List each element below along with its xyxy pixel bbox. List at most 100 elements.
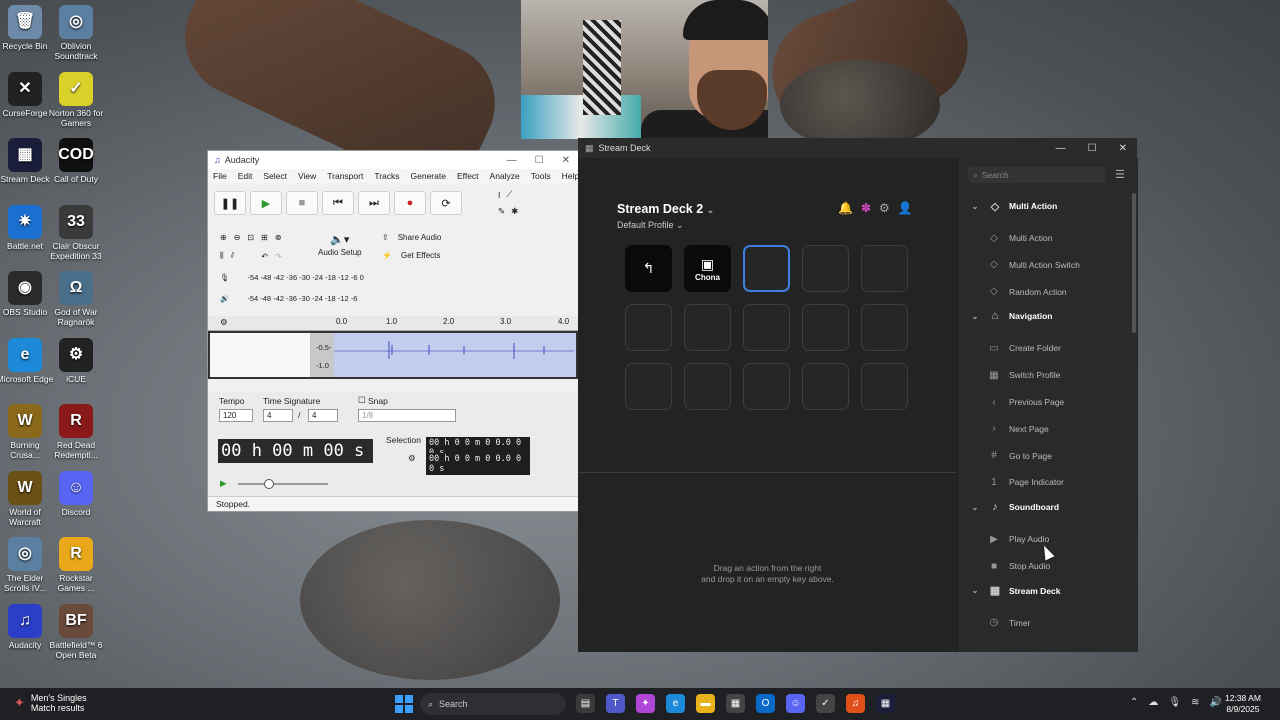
selection-end-field[interactable]: 00 h 0 0 m 0 0.0 0 0 s xyxy=(426,453,530,475)
profile-selector[interactable]: Default Profile ⌄ xyxy=(617,220,684,231)
minimize-icon[interactable]: — xyxy=(1056,143,1066,154)
deck-key[interactable] xyxy=(743,363,790,410)
draw-tool-icon[interactable]: ✎ xyxy=(498,206,505,217)
time-display[interactable]: 00 h 00 m 00 s xyxy=(218,439,373,463)
action-item[interactable]: ▭ Create Folder xyxy=(958,335,1128,361)
desktop-icon[interactable]: R Red Dead Redempti... xyxy=(47,404,105,460)
desktop-icon[interactable]: ☺ Discord xyxy=(47,470,105,517)
gear-icon[interactable]: ⚙ xyxy=(879,201,890,215)
envelope-tool-icon[interactable]: ⟋ xyxy=(506,189,512,200)
record-meter[interactable]: 🎙 -54 -48 -42 -36 -30 -24 -18 -12 -6 0 xyxy=(220,273,364,282)
audacity-titlebar[interactable]: ♫ Audacity — ☐ ✕ xyxy=(208,151,578,169)
action-item[interactable]: ▦ Switch Profile xyxy=(958,362,1128,388)
maximize-icon[interactable]: ☐ xyxy=(535,155,544,166)
action-item[interactable]: 1 Page Indicator xyxy=(958,469,1128,495)
deck-key[interactable]: ▣ Chona xyxy=(684,245,731,292)
timeline-ruler[interactable]: ⚙ 0.0 1.0 2.0 3.0 4.0 xyxy=(208,316,578,331)
desktop-icon[interactable]: ✷ Battle.net xyxy=(0,204,54,251)
chevron-up-icon[interactable]: ⌃ xyxy=(1130,697,1138,708)
minimize-icon[interactable]: — xyxy=(507,155,517,166)
fit-project-icon[interactable]: ⊞ xyxy=(261,233,268,242)
audio-track[interactable]: -0.5- -1.0 xyxy=(208,331,578,379)
tempo-field[interactable]: 120 xyxy=(219,409,253,422)
desktop-icon[interactable]: ♫ Audacity xyxy=(0,603,54,650)
deck-key[interactable] xyxy=(861,304,908,351)
desktop-icon[interactable]: Ω God of War Ragnarök xyxy=(47,271,105,327)
menu-item[interactable]: View xyxy=(298,171,316,181)
deck-key[interactable] xyxy=(861,245,908,292)
multi-tool-icon[interactable]: ✱ xyxy=(511,206,518,217)
stop-button[interactable]: ■ xyxy=(286,191,318,215)
deck-key[interactable] xyxy=(625,304,672,351)
play-speed-slider[interactable] xyxy=(238,479,328,489)
share-audio-button[interactable]: ⇪ Share Audio xyxy=(382,233,441,242)
marketplace-icon[interactable]: ✽ xyxy=(861,201,871,215)
get-effects-button[interactable]: ⚡ Get Effects xyxy=(382,251,440,260)
slider-thumb[interactable] xyxy=(264,479,274,489)
action-item[interactable]: ◇ Multi Action Switch xyxy=(958,252,1128,278)
timeline-settings-icon[interactable]: ⚙ xyxy=(220,317,228,328)
action-item[interactable]: ◇ Random Action xyxy=(958,279,1128,305)
taskbar-app-icon[interactable]: ▦ xyxy=(876,694,895,713)
widgets-button[interactable]: ✦ Men's Singles Match results xyxy=(14,693,87,713)
deck-key[interactable] xyxy=(743,304,790,351)
taskbar-app-icon[interactable]: ✦ xyxy=(636,694,655,713)
taskbar-search[interactable]: ⌕ Search xyxy=(420,693,566,715)
list-view-icon[interactable]: ☰ xyxy=(1115,168,1125,181)
desktop-icon[interactable]: ◎ Oblivion Soundtrack xyxy=(47,5,105,61)
volume-icon[interactable]: 🔊 xyxy=(1209,697,1221,708)
taskbar-app-icon[interactable]: e xyxy=(666,694,685,713)
taskbar-app-icon[interactable]: ▦ xyxy=(726,694,745,713)
menu-item[interactable]: Edit xyxy=(238,171,253,181)
account-icon[interactable]: 👤 xyxy=(898,201,913,215)
menu-item[interactable]: Analyze xyxy=(490,171,520,181)
close-icon[interactable]: ✕ xyxy=(562,155,570,166)
desktop-icon[interactable]: ◉ OBS Studio xyxy=(0,271,54,317)
actions-scrollbar[interactable] xyxy=(1132,193,1136,333)
pause-button[interactable]: ❚❚ xyxy=(214,191,246,215)
device-selector[interactable]: Stream Deck 2 ⌄ xyxy=(617,202,714,216)
skip-start-button[interactable]: ⏮ xyxy=(322,191,354,215)
silence-icon[interactable]: ⫽ xyxy=(231,251,235,261)
action-category[interactable]: ⌄ ♪ Soundboard xyxy=(958,494,1128,520)
desktop-icon[interactable]: 33 Clair Obscur Expedition 33 xyxy=(47,204,105,261)
taskbar-app-icon[interactable]: ☺ xyxy=(786,694,805,713)
trim-icon[interactable]: ⫼ xyxy=(220,251,224,261)
menu-item[interactable]: Select xyxy=(263,171,287,181)
deck-key[interactable] xyxy=(684,363,731,410)
wifi-icon[interactable]: ≋ xyxy=(1191,697,1199,708)
menu-item[interactable]: Effect xyxy=(457,171,479,181)
action-item[interactable]: ‹ Previous Page xyxy=(958,389,1128,415)
desktop-icon[interactable]: e Microsoft Edge xyxy=(0,337,54,384)
menu-item[interactable]: Transport xyxy=(327,171,363,181)
clock[interactable]: 12:38 AM 8/9/2025 xyxy=(1225,693,1261,715)
zoom-out-icon[interactable]: ⊖ xyxy=(234,233,241,242)
time-signature-numerator[interactable]: 4 xyxy=(263,409,293,422)
deck-key[interactable]: ↰ xyxy=(625,245,672,292)
desktop-icon[interactable]: COD Call of Duty xyxy=(47,138,105,184)
desktop-icon[interactable]: ⚙ iCUE xyxy=(47,337,105,384)
menu-item[interactable]: Tools xyxy=(531,171,551,181)
bell-icon[interactable]: 🔔 xyxy=(838,201,853,215)
taskbar-app-icon[interactable]: ✓ xyxy=(816,694,835,713)
selection-settings-icon[interactable]: ⚙ xyxy=(408,453,416,464)
deck-key[interactable] xyxy=(684,304,731,351)
menu-item[interactable]: File xyxy=(213,171,227,181)
deck-key[interactable] xyxy=(802,363,849,410)
menu-item[interactable]: Help xyxy=(562,171,579,181)
play-at-speed-button[interactable]: ▶ xyxy=(220,478,227,489)
taskbar-app-icon[interactable]: ▤ xyxy=(576,694,595,713)
zoom-toggle-icon[interactable]: ⊗ xyxy=(275,233,282,242)
play-button[interactable]: ▶ xyxy=(250,191,282,215)
deck-key[interactable] xyxy=(802,245,849,292)
audio-setup-button[interactable]: 🔈▾ Audio Setup xyxy=(318,233,362,257)
undo-icon[interactable]: ↶ xyxy=(261,252,268,261)
action-item[interactable]: › Next Page xyxy=(958,416,1128,442)
action-item[interactable]: ◷ Timer xyxy=(958,610,1128,636)
cloud-icon[interactable]: ☁ xyxy=(1148,697,1158,708)
microphone-icon[interactable]: 🎙 xyxy=(1168,697,1181,708)
close-icon[interactable]: ✕ xyxy=(1119,143,1127,154)
deck-key[interactable] xyxy=(802,304,849,351)
streamdeck-titlebar[interactable]: ▦ Stream Deck — ☐ ✕ xyxy=(578,138,1137,158)
deck-key[interactable] xyxy=(743,245,790,292)
